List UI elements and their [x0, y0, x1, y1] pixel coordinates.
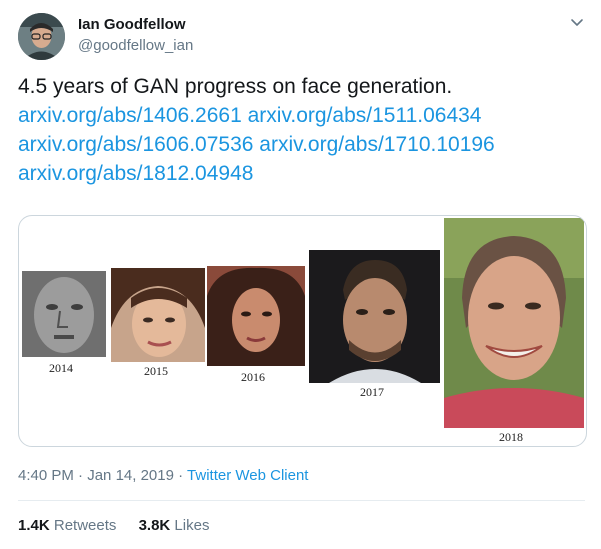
retweets-count: 1.4K — [18, 517, 50, 534]
year-label-2018: 2018 — [499, 430, 523, 444]
divider — [18, 500, 585, 501]
likes-label: Likes — [174, 517, 210, 534]
meta-separator: · — [178, 467, 184, 484]
year-label-2014: 2014 — [49, 361, 73, 375]
year-label-2016: 2016 — [241, 370, 265, 384]
year-label-2015: 2015 — [144, 364, 168, 378]
arxiv-link-2[interactable]: arxiv.org/abs/1511.06434 — [248, 104, 482, 127]
tweet-time[interactable]: 4:40 PM — [18, 467, 74, 484]
face-2016-image — [207, 266, 305, 366]
face-2017-image — [309, 250, 440, 383]
tweet-text: 4.5 years of GAN progress on face genera… — [18, 72, 588, 188]
likes-count: 3.8K — [138, 517, 171, 534]
arxiv-link-1[interactable]: arxiv.org/abs/1406.2661 — [18, 104, 242, 127]
face-2015-image — [111, 268, 205, 362]
chevron-down-icon[interactable] — [569, 14, 585, 30]
face-2018-image — [444, 218, 584, 428]
author-name[interactable]: Ian Goodfellow — [78, 16, 186, 33]
likes-stat[interactable]: 3.8K Likes — [139, 517, 210, 534]
tweet-stats: 1.4K Retweets 3.8K Likes — [18, 517, 227, 534]
avatar-image — [18, 13, 65, 60]
arxiv-link-4[interactable]: arxiv.org/abs/1710.10196 — [259, 133, 494, 156]
year-label-2017: 2017 — [360, 385, 384, 399]
retweets-label: Retweets — [53, 517, 117, 534]
tweet-sentence: 4.5 years of GAN progress on face genera… — [18, 75, 453, 98]
meta-separator: · — [78, 467, 84, 484]
face-2014-image — [22, 271, 106, 357]
arxiv-link-5[interactable]: arxiv.org/abs/1812.04948 — [18, 162, 253, 185]
tweet-client-link[interactable]: Twitter Web Client — [187, 467, 308, 484]
tweet-meta: 4:40 PM · Jan 14, 2019 · Twitter Web Cli… — [18, 467, 308, 484]
retweets-stat[interactable]: 1.4K Retweets — [18, 517, 121, 534]
author-handle[interactable]: @goodfellow_ian — [78, 37, 193, 54]
media-image[interactable]: 2014 2015 2016 2017 2018 — [18, 215, 587, 447]
avatar[interactable] — [18, 13, 65, 60]
arxiv-link-3[interactable]: arxiv.org/abs/1606.07536 — [18, 133, 253, 156]
tweet-date[interactable]: Jan 14, 2019 — [87, 467, 174, 484]
